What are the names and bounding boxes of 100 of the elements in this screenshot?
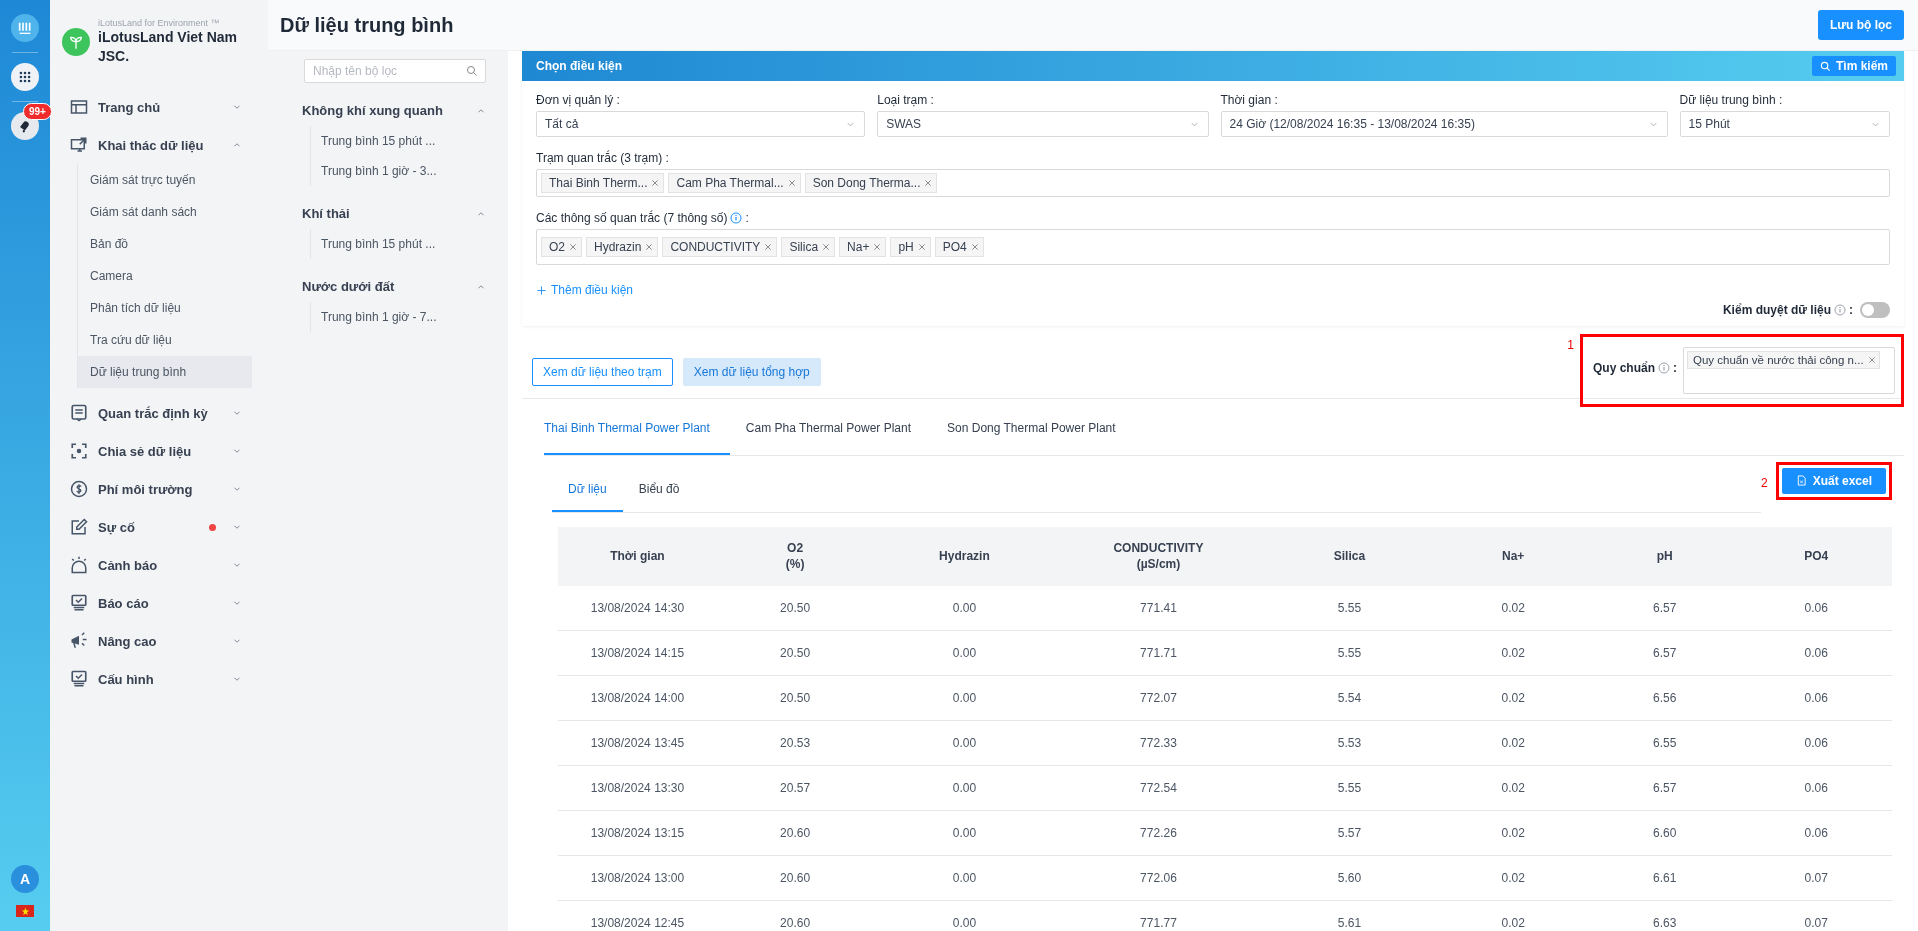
table-cell: 0.07 — [1740, 855, 1892, 901]
plus-icon — [536, 284, 547, 296]
dropdown-field[interactable]: 15 Phút — [1679, 111, 1890, 137]
column-header: CONDUCTIVITY (µS/cm) — [1055, 526, 1262, 586]
table-cell: 771.77 — [1055, 900, 1262, 931]
saved-filter-item[interactable]: Trung bình 1 giờ - 3... — [311, 156, 508, 186]
menu-item[interactable]: Báo cáo — [62, 584, 254, 622]
submenu-item[interactable]: Dữ liệu trung bình — [78, 356, 252, 388]
saved-filter-item[interactable]: Trung bình 1 giờ - 7... — [311, 302, 508, 332]
annotation-number: 1 — [1567, 337, 1574, 352]
info-icon — [1834, 303, 1846, 316]
dropdown-field[interactable]: SWAS — [877, 111, 1209, 137]
field-label: Thời gian : — [1220, 93, 1279, 107]
tag: Thai Binh Therm... — [541, 173, 665, 193]
submenu-item[interactable]: Phân tích dữ liệu — [78, 292, 252, 324]
submenu-item[interactable]: Bản đồ — [78, 228, 252, 260]
table-cell: 0.06 — [1740, 630, 1892, 676]
table-cell: 13/08/2024 13:30 — [558, 765, 717, 811]
dropdown-field[interactable]: 24 Giờ (12/08/2024 16:35 - 13/08/2024 16:35) — [1220, 111, 1668, 137]
column-header: Na+ — [1437, 526, 1589, 586]
submenu-item[interactable]: Giám sát trực tuyến — [78, 164, 252, 196]
menu-item[interactable]: Cảnh báo — [62, 546, 254, 584]
table-cell: 0.02 — [1437, 765, 1589, 811]
close-icon — [787, 179, 796, 187]
filter-search-field[interactable]: Nhập tên bộ lọc — [304, 59, 486, 83]
table-cell: 0.06 — [1740, 765, 1892, 811]
station-tab[interactable]: Son Dong Thermal Power Plant — [947, 398, 1136, 455]
megaphone-icon — [70, 632, 88, 650]
edit-icon — [70, 518, 88, 536]
star-icon — [20, 906, 30, 916]
search-icon — [466, 65, 478, 77]
table-cell: 5.57 — [1261, 810, 1438, 856]
menu-item[interactable]: Phí môi trường — [62, 470, 254, 508]
menu-item[interactable]: Khai thác dữ liệu — [62, 126, 254, 164]
column-header: Hydrazin — [873, 526, 1056, 586]
table-cell: 0.07 — [1740, 900, 1892, 931]
label-colon: : — [1849, 302, 1853, 317]
close-icon — [970, 243, 979, 251]
flag-icon[interactable] — [16, 905, 34, 917]
table-cell: 0.00 — [873, 765, 1056, 811]
view-tab[interactable]: Dữ liệu — [552, 455, 623, 512]
table-cell: 5.60 — [1261, 855, 1438, 901]
filter-group-header[interactable]: Nước dưới đất — [302, 279, 486, 294]
view-tab[interactable]: Biểu đồ — [622, 455, 696, 512]
field-label: Trạm quan trắc (3 trạm) : — [536, 151, 669, 165]
close-icon — [764, 243, 773, 251]
saved-filter-item[interactable]: Trung bình 15 phút ... — [311, 126, 508, 156]
close-icon — [1867, 355, 1876, 364]
alarm-icon — [70, 556, 88, 574]
table-cell: 0.06 — [1740, 810, 1892, 856]
document-icon — [70, 404, 88, 422]
column-header: Thời gian — [558, 526, 717, 586]
station-tab[interactable]: Thai Binh Thermal Power Plant — [544, 398, 730, 455]
table-cell: 20.60 — [716, 900, 874, 931]
tag: Quy chuẩn về nước thải công n... — [1687, 350, 1880, 369]
app-logo[interactable] — [11, 14, 39, 42]
table-cell: 6.63 — [1588, 900, 1741, 931]
saved-filter-item[interactable]: Trung bình 15 phút ... — [311, 229, 508, 259]
moderation-toggle[interactable] — [1860, 301, 1890, 318]
submenu-item[interactable]: Tra cứu dữ liệu — [78, 324, 252, 356]
menu-item[interactable]: Trang chủ — [62, 88, 254, 126]
field-label: Loại trạm : — [877, 93, 935, 107]
column-header: PO4 — [1740, 526, 1892, 586]
station-select-field[interactable]: Thai Binh Therm... Cam Pha Thermal... Son Dong Therma... — [536, 169, 1890, 197]
moderation-label: Kiểm duyệt dữ liệu — [1722, 302, 1831, 317]
grid-icon — [18, 70, 32, 84]
table-cell: 0.00 — [873, 810, 1056, 856]
filter-group-header[interactable]: Không khí xung quanh — [302, 103, 486, 118]
menu-item[interactable]: Quan trắc định kỳ — [62, 394, 254, 432]
menu-item[interactable]: Sự cố — [62, 508, 254, 546]
report-icon — [70, 594, 88, 612]
table-cell: 6.61 — [1588, 855, 1741, 901]
dollar-icon — [70, 480, 88, 498]
table-cell: 0.02 — [1437, 855, 1589, 901]
table-cell: 0.06 — [1740, 675, 1892, 721]
table-cell: 6.60 — [1588, 810, 1741, 856]
table-cell: 13/08/2024 14:30 — [558, 585, 717, 631]
submenu-item[interactable]: Giám sát danh sách — [78, 196, 252, 228]
column-header: Silica — [1261, 526, 1438, 586]
notification-badge: 99+ — [23, 103, 52, 120]
parameter-select-field[interactable]: O2 Hydrazin CONDUCTIVITY Silica Na+ pH PO4 — [536, 229, 1890, 265]
table-cell: 6.57 — [1588, 630, 1741, 676]
info-icon — [1658, 361, 1670, 374]
table-cell: 13/08/2024 14:15 — [558, 630, 717, 676]
tag: O2 — [541, 237, 582, 257]
table-cell: 0.00 — [873, 675, 1056, 721]
station-tab[interactable]: Cam Pha Thermal Power Plant — [745, 398, 932, 455]
dropdown-field[interactable]: Tất cả — [536, 111, 866, 137]
table-cell: 20.57 — [716, 765, 874, 811]
menu-item[interactable]: Nâng cao — [62, 622, 254, 660]
table-cell: 0.02 — [1437, 720, 1589, 766]
submenu-item[interactable]: Camera — [78, 260, 252, 292]
apps-button[interactable] — [11, 63, 39, 91]
standard-select-field[interactable]: Quy chuẩn về nước thải công n... — [1683, 346, 1895, 394]
menu-item[interactable]: Cấu hình — [62, 660, 254, 698]
view-mode-button[interactable]: Xem dữ liệu tổng hợp — [682, 357, 821, 386]
menu-item[interactable]: Chia sẻ dữ liệu — [62, 432, 254, 470]
table-cell: 13/08/2024 14:00 — [558, 675, 717, 721]
layout-icon — [70, 98, 88, 116]
filter-group-header[interactable]: Khí thải — [302, 206, 486, 221]
